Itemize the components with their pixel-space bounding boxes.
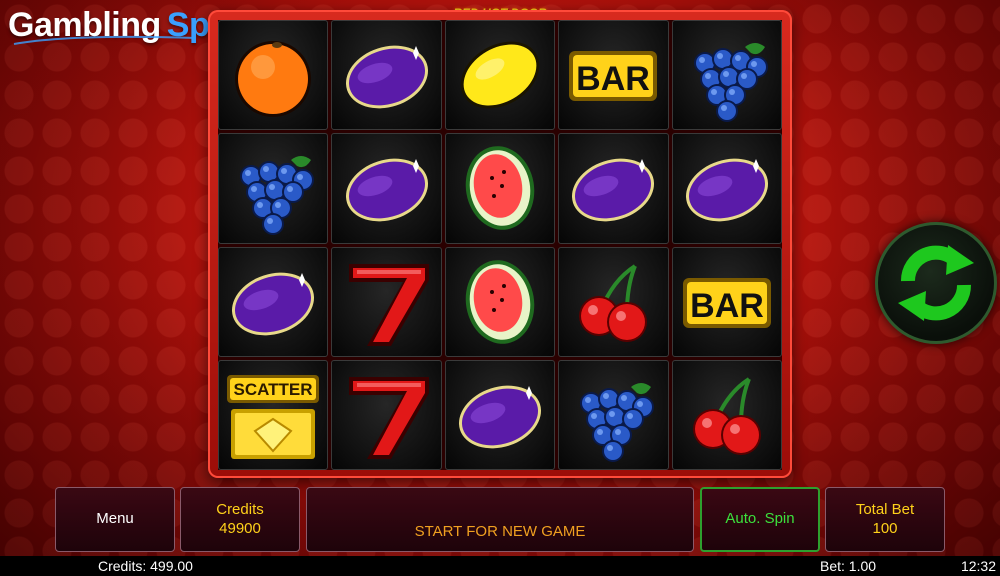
bar-icon: BAR [682, 277, 771, 328]
grapes-icon [240, 156, 315, 236]
reel-cell-r3c3 [444, 246, 556, 357]
game-message: START FOR NEW GAME [414, 523, 586, 541]
auto-spin-label: Auto. Spin [725, 510, 795, 528]
cherry-icon [579, 263, 648, 342]
reel-grid: BAR BAR SCATTER [218, 20, 782, 470]
auto-spin-button[interactable]: Auto. Spin [700, 487, 820, 552]
cherry-icon [692, 377, 761, 455]
reel-cell-r2c1 [218, 133, 329, 244]
plum-icon [345, 45, 428, 109]
reel-cell-r2c2 [331, 133, 442, 244]
scatter-icon: SCATTER [227, 374, 320, 459]
menu-label: Menu [96, 510, 134, 528]
plum-icon [458, 385, 541, 449]
total-bet-button[interactable]: Total Bet 100 [825, 487, 945, 552]
grapes-icon [580, 382, 655, 462]
plum-icon [685, 159, 768, 222]
seven-icon [348, 376, 429, 459]
reel-cell-r4c4 [558, 359, 669, 470]
plum-icon [232, 272, 315, 335]
reel-cell-r3c5: BAR [671, 246, 782, 357]
reel-cell-r1c3 [444, 20, 556, 131]
watermelon-icon [465, 259, 535, 344]
watermelon-icon [465, 146, 535, 231]
svg-text:BAR: BAR [577, 60, 651, 98]
status-bar: Credits: 499.00 Bet: 1.00 12:32 [0, 556, 1000, 576]
reel-cell-r1c1 [218, 20, 329, 131]
plum-icon [572, 159, 655, 222]
credits-label: Credits [216, 500, 264, 518]
reel-cell-r1c4: BAR [558, 20, 669, 131]
grapes-icon [693, 43, 768, 123]
credits-panel: Credits 49900 [180, 487, 300, 552]
reel-cell-r4c5 [671, 359, 782, 470]
total-bet-value: 100 [872, 519, 898, 537]
seven-icon [348, 263, 429, 346]
status-bet: Bet: 1.00 [820, 558, 877, 574]
svg-text:SCATTER: SCATTER [234, 380, 313, 399]
plum-icon [345, 159, 428, 222]
reel-cell-r4c1: SCATTER [218, 359, 329, 470]
logo-swoosh-icon [13, 35, 197, 45]
svg-text:BAR: BAR [690, 287, 764, 325]
reel-cell-r2c4 [558, 133, 669, 244]
reel-cell-r3c4 [558, 246, 669, 357]
spin-button[interactable] [875, 222, 997, 344]
reel-cell-r3c2 [331, 246, 442, 357]
credits-value: 49900 [219, 519, 261, 537]
reel-cell-r1c2 [331, 20, 442, 131]
reel-cell-r1c5 [671, 20, 782, 131]
bar-icon: BAR [569, 51, 658, 102]
reel-cell-r2c3 [444, 133, 556, 244]
status-clock: 12:32 [960, 558, 996, 574]
reel-cell-r2c5 [671, 133, 782, 244]
refresh-arrows-icon [898, 245, 974, 321]
reel-cell-r4c3 [444, 359, 556, 470]
total-bet-label: Total Bet [855, 500, 915, 518]
reel-cell-r4c2 [331, 359, 442, 470]
orange-icon [235, 41, 312, 118]
menu-button[interactable]: Menu [55, 487, 175, 552]
reel-cell-r3c1 [218, 246, 329, 357]
lemon-icon [460, 41, 540, 109]
status-credits: Credits: 499.00 [98, 558, 193, 574]
message-panel: START FOR NEW GAME [306, 487, 694, 552]
